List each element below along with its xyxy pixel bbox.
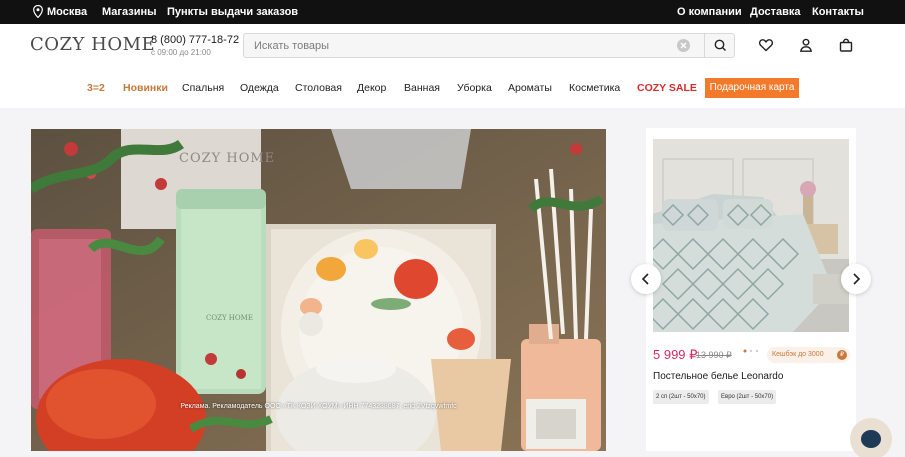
product-old-price: 13 990 ₽: [696, 350, 732, 360]
nav-item-cosmetics[interactable]: Косметика: [569, 82, 620, 94]
banner-box-label: COZY HOME: [179, 151, 276, 166]
carousel-dots: [743, 340, 759, 358]
chevron-left-icon: [641, 273, 649, 285]
clear-icon[interactable]: [677, 39, 690, 52]
product-card[interactable]: 5 999 ₽ 13 990 ₽ Кешбэк до 3000 ₽ Постел…: [646, 128, 856, 451]
chevron-right-icon: [853, 273, 861, 285]
category-nav: 3=2 Новинки Спальня Одежда Столовая Деко…: [0, 78, 905, 104]
stores-link[interactable]: Магазины: [102, 6, 157, 18]
ad-disclaimer: Реклама. Рекламодатель ООО «ТК КОЗИ ХОУМ…: [180, 403, 457, 410]
brand-logo[interactable]: COZY HOME: [30, 34, 155, 55]
delivery-link[interactable]: Доставка: [750, 6, 801, 18]
gift-card-button[interactable]: Подарочная карта: [705, 78, 799, 98]
bedding-illustration: [653, 139, 849, 332]
about-link[interactable]: О компании: [677, 6, 742, 18]
search-bar: [243, 33, 735, 58]
search-icon: [714, 39, 726, 51]
cashback-text: Кешбэк до 3000: [772, 351, 824, 358]
hero-banner[interactable]: COZY HOME COZY HOME Реклама. Рекламодате…: [31, 129, 606, 451]
nav-item-bedroom[interactable]: Спальня: [182, 82, 224, 94]
cashback-badge: Кешбэк до 3000 ₽: [767, 347, 850, 363]
pickup-points-link[interactable]: Пункты выдачи заказов: [167, 6, 298, 18]
nav-item-aromas[interactable]: Ароматы: [508, 82, 552, 94]
bag-icon[interactable]: [838, 37, 854, 53]
user-icon[interactable]: [798, 37, 814, 53]
nav-item-promo[interactable]: 3=2: [87, 82, 105, 94]
nav-item-dining[interactable]: Столовая: [295, 82, 342, 94]
nav-item-bathroom[interactable]: Ванная: [404, 82, 440, 94]
product-price: 5 999 ₽: [653, 347, 698, 362]
size-option[interactable]: 2 сп (2шт - 50х70): [653, 390, 709, 404]
nav-item-clothes[interactable]: Одежда: [240, 82, 279, 94]
carousel-next-button[interactable]: [841, 264, 871, 294]
size-option[interactable]: Евро (2шт - 50х70): [718, 390, 777, 404]
chat-bubble-icon: [861, 430, 881, 448]
ruble-coin-icon: ₽: [837, 350, 847, 360]
top-bar: Москва Магазины Пункты выдачи заказов О …: [0, 0, 905, 24]
search-button[interactable]: [704, 34, 735, 57]
location-pin-icon: [33, 5, 43, 18]
carousel-prev-button[interactable]: [631, 264, 661, 294]
nav-item-cleaning[interactable]: Уборка: [457, 82, 492, 94]
site-header: COZY HOME 8 (800) 777-18-72 с 09:00 до 2…: [0, 24, 905, 108]
heart-icon[interactable]: [758, 37, 774, 53]
nav-item-new[interactable]: Новинки: [123, 82, 168, 94]
phone-number[interactable]: 8 (800) 777-18-72: [151, 34, 239, 46]
search-input[interactable]: [244, 34, 674, 57]
working-hours: с 09:00 до 21:00: [151, 48, 211, 57]
product-name[interactable]: Постельное белье Leonardo: [653, 371, 783, 382]
banner-can-label: COZY HOME: [206, 314, 253, 322]
contacts-link[interactable]: Контакты: [812, 6, 864, 18]
chat-widget-button[interactable]: [850, 418, 892, 457]
city-selector[interactable]: Москва: [47, 6, 87, 18]
product-image[interactable]: [653, 139, 849, 332]
nav-item-sale[interactable]: COZY SALE: [637, 82, 697, 94]
nav-item-decor[interactable]: Декор: [357, 82, 386, 94]
